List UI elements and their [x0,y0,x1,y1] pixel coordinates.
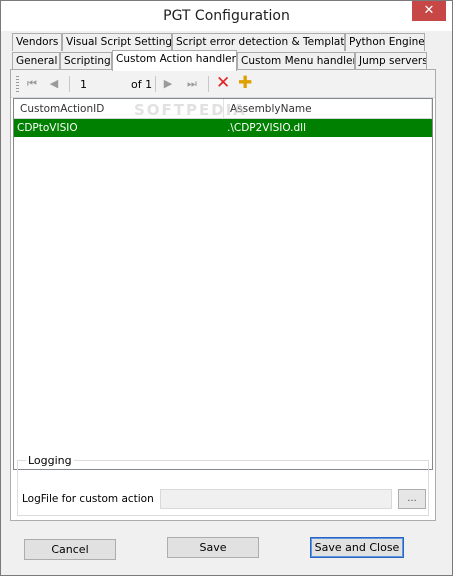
move-previous-button[interactable]: ◀ [47,76,61,92]
toolbar-grip[interactable] [16,76,19,92]
close-icon: ✕ [423,3,435,18]
tab-vendors[interactable]: Vendors [12,33,62,51]
grid-header: CustomActionID AssemblyName [14,99,432,119]
tab-general[interactable]: General [12,52,60,70]
browse-button[interactable]: ... [398,489,426,509]
move-first-button[interactable]: ⏮ [25,76,39,92]
column-header-customactionid[interactable]: CustomActionID [14,99,224,119]
cancel-button[interactable]: Cancel [24,539,116,560]
logfile-label: LogFile for custom action [22,493,154,505]
table-row[interactable]: CDPtoVISIO .\CDP2VISIO.dll [14,119,432,137]
tab-jump-servers[interactable]: Jump servers [355,52,427,70]
cell-customactionid[interactable]: CDPtoVISIO [14,119,224,137]
tab-python-engine[interactable]: Python Engine [345,33,425,51]
next-icon: ▶ [163,77,173,90]
logging-legend: Logging [26,454,74,467]
binding-navigator: ⏮ ◀ of 1 ▶ ⏭ ✕ ✚ [11,70,435,98]
tab-custom-action-handlers[interactable]: Custom Action handlers [112,50,237,71]
close-button[interactable]: ✕ [412,1,446,21]
last-icon: ⏭ [187,77,197,90]
cell-assemblyname[interactable]: .\CDP2VISIO.dll [224,119,432,137]
window-title: PGT Configuration [163,8,290,24]
logging-group: Logging LogFile for custom action ... [17,454,429,516]
previous-icon: ◀ [49,77,59,90]
tab-visual-script-settings[interactable]: Visual Script Settings [62,33,172,51]
move-last-button[interactable]: ⏭ [185,76,199,92]
custom-action-handlers-panel: ⏮ ◀ of 1 ▶ ⏭ ✕ ✚ CustomActionID Assembly… [10,69,436,521]
toolbar-separator [208,76,209,92]
custom-actions-grid[interactable]: CustomActionID AssemblyName CDPtoVISIO .… [13,98,433,470]
delete-icon: ✕ [216,73,231,93]
column-header-assemblyname[interactable]: AssemblyName [224,99,432,119]
save-and-close-button[interactable]: Save and Close [310,537,404,558]
first-icon: ⏮ [27,77,37,90]
add-icon: ✚ [238,73,253,93]
tab-scripting[interactable]: Scripting [60,52,112,70]
configuration-window: PGT Configuration ✕ Vendors Visual Scrip… [0,0,453,576]
title-bar: PGT Configuration ✕ [1,1,452,31]
toolbar-separator [69,76,70,92]
tab-custom-menu-handlers[interactable]: Custom Menu handlers [237,52,355,70]
save-button[interactable]: Save [167,537,259,558]
delete-button[interactable]: ✕ [216,74,232,92]
move-next-button[interactable]: ▶ [161,76,175,92]
tab-script-error-detection[interactable]: Script error detection & Templates [172,33,345,51]
position-input[interactable] [78,75,128,93]
toolbar-separator [155,76,156,92]
count-label: of 1 [131,78,153,91]
logfile-input[interactable] [160,489,392,509]
add-new-button[interactable]: ✚ [238,74,254,92]
